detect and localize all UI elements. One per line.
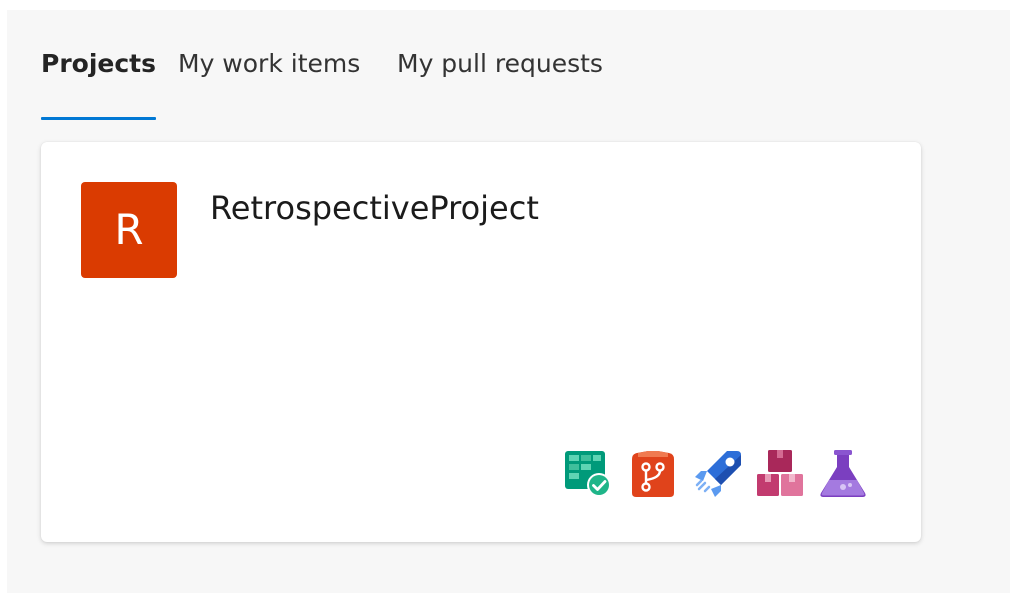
- boards-icon[interactable]: [561, 447, 615, 501]
- project-name-link[interactable]: RetrospectiveProject: [210, 188, 539, 228]
- page-background: Projects My work items My pull requests …: [7, 10, 1010, 593]
- project-avatar: R: [81, 182, 177, 278]
- tab-my-work-items[interactable]: My work items: [178, 48, 360, 120]
- tab-my-pull-requests[interactable]: My pull requests: [397, 48, 603, 120]
- project-card[interactable]: R RetrospectiveProject: [41, 142, 921, 542]
- pipelines-icon[interactable]: [691, 447, 745, 501]
- repos-icon[interactable]: [626, 447, 680, 501]
- test-plans-icon[interactable]: [816, 447, 870, 501]
- tab-projects[interactable]: Projects: [41, 48, 157, 120]
- artifacts-icon[interactable]: [753, 447, 807, 501]
